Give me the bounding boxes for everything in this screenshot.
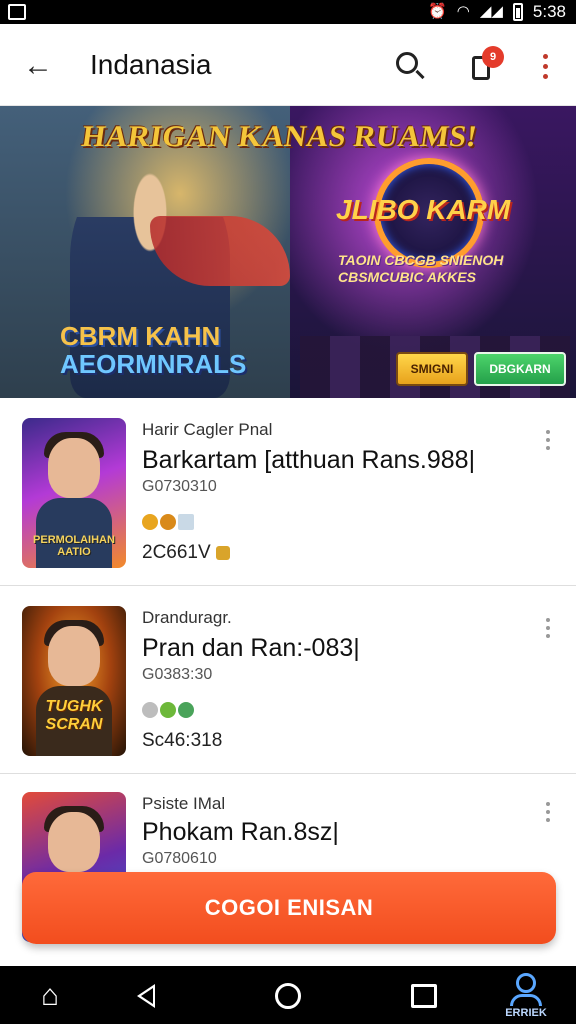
wifi-icon: ◠ — [456, 3, 470, 20]
battery-icon — [512, 3, 523, 21]
signal-icon: ◢◢ — [479, 3, 503, 20]
promo-banner[interactable]: HARIGAN KANAS RUAMS! JLIBO KARM TAOIN CB… — [0, 106, 576, 398]
card-title: Phokam Ran.8sz| — [142, 818, 339, 846]
card-menu-button[interactable] — [540, 430, 556, 460]
game-thumbnail: PERMOLAIHAN AATIO — [22, 418, 126, 568]
back-arrow-icon[interactable]: ← — [18, 46, 58, 86]
list-item[interactable]: TUGHK SCRAN Dranduragr. Pran dan Ran:-08… — [0, 586, 576, 774]
medal-icon — [160, 514, 176, 530]
card-title: Barkartam [atthuan Rans.988| — [142, 446, 476, 474]
medal-icon — [142, 514, 158, 530]
thumbnail-label: PERMOLAIHAN AATIO — [33, 534, 115, 558]
card-subtitle: Harir Cagler Pnal — [142, 420, 273, 439]
nav-profile-button[interactable]: ERRIEK — [500, 970, 552, 1022]
card-meta: 2C661V — [142, 542, 230, 564]
bottom-navigation: ⌂ ERRIEK — [0, 966, 576, 1024]
status-bar: ⏰ ◠ ◢◢ 5:38 — [0, 0, 576, 24]
gallery-notification-icon — [8, 4, 26, 20]
card-menu-button[interactable] — [540, 802, 556, 832]
card-menu-button[interactable] — [540, 618, 556, 648]
nav-home-button[interactable] — [266, 976, 310, 1016]
leaf-icon — [178, 702, 194, 718]
star-icon — [142, 702, 158, 718]
status-icons: ⏰ ◠ ◢◢ 5:38 — [428, 2, 566, 22]
card-title: Pran dan Ran:-083| — [142, 634, 360, 662]
banner-left-line2: AEORMNRALS — [60, 349, 247, 379]
nav-back-button[interactable] — [124, 976, 168, 1016]
game-thumbnail: TUGHK SCRAN — [22, 606, 126, 756]
nav-profile-label: ERRIEK — [505, 1007, 547, 1019]
home-icon[interactable]: ⌂ — [28, 976, 72, 1016]
coin-icon — [215, 545, 230, 560]
banner-logo-text: JLIBO KARM — [336, 194, 511, 225]
card-subtitle: Dranduragr. — [142, 608, 232, 627]
box-icon — [178, 514, 194, 530]
thumbnail-label: TUGHK SCRAN — [45, 698, 103, 733]
leaf-icon — [160, 702, 176, 718]
nav-recents-button[interactable] — [402, 976, 446, 1016]
banner-title: HARIGAN KANAS RUAMS! — [79, 120, 480, 153]
list-item[interactable]: PERMOLAIHAN AATIO Harir Cagler Pnal Bark… — [0, 398, 576, 586]
card-code: G0780610 — [142, 850, 217, 867]
banner-left-line1: CBRM KAHN — [60, 321, 221, 351]
card-meta: Sc46:318 — [142, 730, 223, 751]
search-button[interactable] — [388, 44, 432, 88]
card-code: G0383:30 — [142, 666, 213, 683]
card-badges — [142, 514, 194, 530]
profile-icon — [516, 973, 536, 993]
page-title: Indanasia — [90, 49, 212, 80]
card-subtitle: Psiste IMal — [142, 794, 226, 813]
banner-button-secondary[interactable]: DBGKARN — [474, 352, 566, 386]
banner-subtitle: TAOIN CBCGB SNIENOH CBSMCUBIC AKKES — [338, 252, 504, 285]
notifications-button[interactable]: 9 — [462, 44, 506, 88]
back-triangle-icon — [137, 984, 155, 1008]
alarm-icon: ⏰ — [428, 3, 447, 20]
banner-left-text: CBRM KAHN AEORMNRALS — [60, 322, 250, 378]
notification-badge: 9 — [482, 46, 504, 68]
circle-icon — [275, 983, 301, 1009]
status-time: 5:38 — [532, 2, 566, 21]
search-icon — [396, 52, 418, 74]
square-icon — [411, 984, 437, 1008]
card-badges — [142, 702, 194, 718]
more-options-button[interactable] — [530, 46, 560, 86]
app-bar: ← Indanasia 9 — [0, 24, 576, 106]
card-code: G0730310 — [142, 478, 217, 495]
banner-button-primary[interactable]: SMIGNI — [396, 352, 468, 386]
primary-cta-button[interactable]: COGOI ENISAN — [22, 872, 556, 944]
